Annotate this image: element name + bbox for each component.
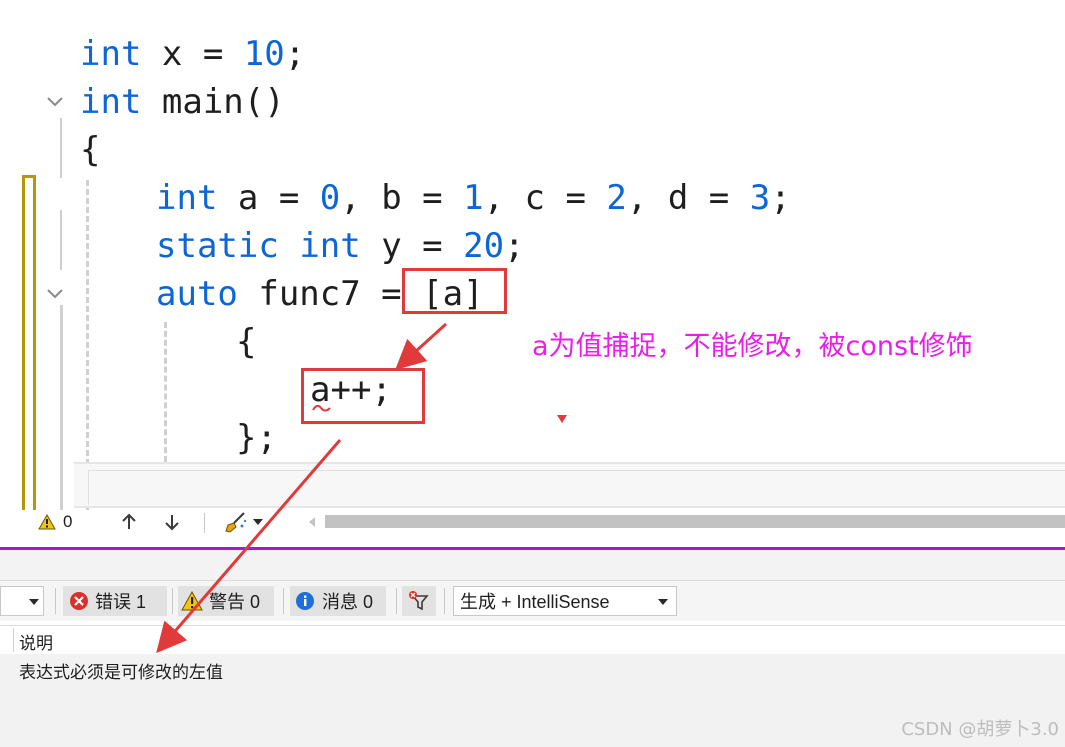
- statement-highlight-box: [301, 368, 425, 424]
- keyword: int: [156, 178, 218, 218]
- panel-title-band: [0, 550, 1065, 581]
- brush-icon[interactable]: [224, 511, 248, 533]
- warning-count[interactable]: 0: [63, 512, 72, 532]
- editor-status-bar: 0: [0, 510, 1065, 536]
- toolbar-divider: [55, 588, 56, 614]
- code-line-1[interactable]: int x = 10;: [80, 34, 305, 74]
- messages-filter-label: 消息 0: [322, 592, 374, 612]
- number-literal: 0: [319, 178, 341, 218]
- warning-icon: [181, 591, 203, 611]
- code-text: ;: [770, 178, 791, 218]
- code-text: {: [236, 322, 257, 362]
- horizontal-scrollbar-thumb[interactable]: [325, 515, 1065, 528]
- column-header-description[interactable]: 说明: [19, 629, 53, 654]
- indent-guide: [86, 180, 89, 510]
- fold-chevron-icon[interactable]: [46, 93, 64, 111]
- source-filter-value: 生成 + IntelliSense: [460, 592, 610, 612]
- toolbar-divider: [283, 588, 284, 614]
- error-description: 表达式必须是可修改的左值: [19, 663, 223, 682]
- dropdown-arrow-icon: [29, 599, 39, 605]
- error-icon: [70, 592, 88, 610]
- change-bar: [33, 175, 36, 510]
- keyword: auto: [156, 274, 238, 314]
- code-line-9[interactable]: };: [236, 418, 277, 458]
- fold-chevron-icon[interactable]: [46, 285, 64, 303]
- code-line-2[interactable]: int main(): [80, 82, 285, 122]
- arrow-up-icon[interactable]: [121, 513, 137, 531]
- warnings-filter-label: 警告 0: [209, 592, 261, 612]
- toolbar-divider: [396, 588, 397, 614]
- number-literal: 2: [606, 178, 627, 218]
- source-filter-dropdown[interactable]: 生成 + IntelliSense: [453, 586, 677, 616]
- toolbar-divider: [444, 588, 445, 614]
- code-text: x =: [141, 34, 244, 74]
- code-line-4[interactable]: int a = 0, b = 1, c = 2, d = 3;: [156, 178, 791, 218]
- warnings-filter-button[interactable]: 警告 0: [178, 586, 274, 616]
- keyword: int: [299, 226, 361, 266]
- keyword: int: [80, 82, 142, 122]
- fold-line: [60, 118, 62, 178]
- change-bar: [60, 305, 63, 510]
- status-divider: [204, 513, 205, 533]
- code-text: , b =: [340, 178, 464, 218]
- scope-dropdown[interactable]: [0, 586, 44, 616]
- dropdown-arrow-icon: [658, 599, 668, 605]
- number-literal: 3: [749, 178, 771, 218]
- dropdown-arrow-icon[interactable]: [253, 518, 263, 526]
- code-editor[interactable]: int x = 10; int main() { int a = 0, b = …: [0, 0, 1065, 510]
- code-text: {: [80, 130, 101, 170]
- current-line-inner: [88, 470, 1065, 505]
- code-text: main(): [141, 82, 285, 122]
- code-text: func7 =: [237, 274, 423, 314]
- keyword: int: [80, 34, 142, 74]
- code-text: };: [236, 418, 277, 458]
- errors-filter-button[interactable]: 错误 1: [63, 586, 167, 616]
- error-list-header: 说明: [0, 625, 1065, 655]
- number-literal: 1: [463, 178, 484, 218]
- code-text: ;: [284, 34, 306, 74]
- capture-highlight-box: [402, 268, 507, 314]
- messages-filter-button[interactable]: 消息 0: [290, 586, 386, 616]
- code-line-7[interactable]: {: [236, 322, 256, 362]
- arrow-down-icon[interactable]: [164, 513, 180, 531]
- change-bar: [22, 175, 25, 510]
- small-marker-icon: [557, 415, 567, 423]
- annotation-text: a为值捕捉，不能修改，被const修饰: [532, 331, 973, 362]
- code-text: ;: [504, 226, 525, 266]
- toolbar-divider: [172, 588, 173, 614]
- column-divider: [13, 628, 14, 652]
- fold-line: [60, 210, 62, 270]
- code-line-5[interactable]: static int y = 20;: [156, 226, 525, 266]
- code-text: , d =: [626, 178, 750, 218]
- keyword: static: [156, 226, 279, 266]
- code-text: , c =: [483, 178, 607, 218]
- filter-button[interactable]: [402, 586, 436, 616]
- errors-filter-label: 错误 1: [95, 592, 147, 612]
- code-line-3[interactable]: {: [80, 130, 100, 170]
- scroll-left-icon[interactable]: [308, 517, 316, 527]
- watermark: CSDN @胡萝卜3.0: [901, 719, 1059, 740]
- table-row[interactable]: 表达式必须是可修改的左值: [0, 654, 1065, 686]
- info-icon: [296, 592, 314, 610]
- filter-icon: [409, 591, 429, 611]
- number-literal: 10: [243, 34, 285, 74]
- warning-icon: [38, 514, 56, 530]
- number-literal: 20: [463, 226, 505, 266]
- code-text: y =: [360, 226, 464, 266]
- code-text: a =: [217, 178, 320, 218]
- indent-guide: [164, 322, 167, 462]
